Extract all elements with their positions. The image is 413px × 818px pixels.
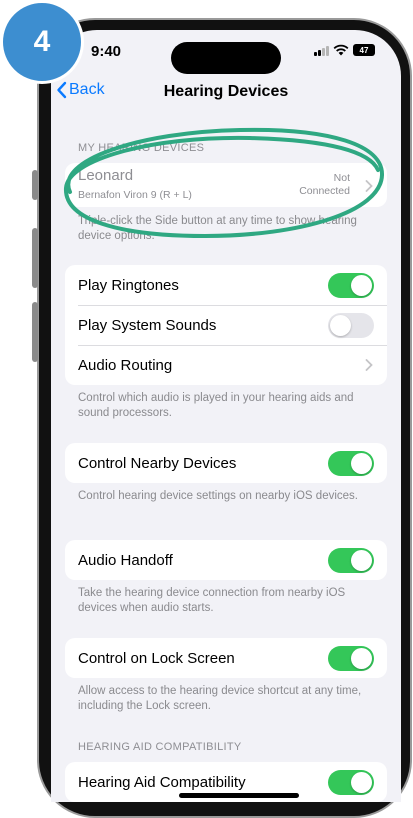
compat-toggle[interactable] — [328, 770, 374, 795]
lock-screen-card: Control on Lock Screen — [65, 638, 387, 678]
my-devices-header: MY HEARING DEVICES — [78, 142, 205, 154]
control-nearby-footer: Control hearing device settings on nearb… — [78, 490, 358, 502]
lock-screen-toggle[interactable] — [328, 646, 374, 671]
control-nearby-toggle[interactable] — [328, 451, 374, 476]
wifi-icon — [333, 44, 349, 56]
device-row[interactable]: Leonard Bernafon Viron 9 (R + L) Not Con… — [65, 163, 387, 207]
my-devices-card: Leonard Bernafon Viron 9 (R + L) Not Con… — [65, 163, 387, 207]
audio-handoff-row: Audio Handoff — [65, 540, 387, 580]
page-title: Hearing Devices — [163, 83, 289, 100]
device-status-line1: Not — [333, 172, 350, 184]
lock-screen-footer: Allow access to the hearing device short… — [78, 685, 362, 712]
volume-up-button — [32, 228, 38, 288]
audio-routing-row[interactable]: Audio Routing — [65, 345, 387, 385]
play-ringtones-row: Play Ringtones — [65, 265, 387, 305]
phone-screen: 9:40 47 Back Hearing Devices MY HEARING … — [51, 30, 401, 802]
compat-header: HEARING AID COMPATIBILITY — [78, 741, 242, 753]
control-nearby-label: Control Nearby Devices — [78, 454, 237, 472]
audio-settings-card: Play Ringtones Play System Sounds Audio … — [65, 265, 387, 385]
audio-handoff-label: Audio Handoff — [78, 551, 173, 569]
audio-handoff-toggle[interactable] — [328, 548, 374, 573]
control-nearby-row: Control Nearby Devices — [65, 443, 387, 483]
status-icons: 47 — [314, 44, 375, 56]
volume-down-button — [32, 302, 38, 362]
play-system-sounds-label: Play System Sounds — [78, 316, 217, 334]
device-model: Bernafon Viron 9 (R + L) — [78, 189, 192, 201]
play-system-sounds-row: Play System Sounds — [65, 305, 387, 345]
control-nearby-card: Control Nearby Devices — [65, 443, 387, 483]
play-ringtones-toggle[interactable] — [328, 273, 374, 298]
device-name: Leonard — [78, 167, 134, 184]
play-system-sounds-toggle[interactable] — [328, 313, 374, 338]
device-status-line2: Connected — [299, 185, 350, 197]
audio-handoff-footer: Take the hearing device connection from … — [78, 587, 346, 614]
action-button — [32, 170, 38, 200]
home-indicator — [179, 793, 299, 798]
status-time: 9:40 — [91, 43, 122, 60]
chevron-right-icon — [365, 180, 373, 192]
compat-label: Hearing Aid Compatibility — [78, 773, 246, 791]
audio-group-footer: Control which audio is played in your he… — [78, 392, 354, 419]
chevron-right-icon — [365, 359, 373, 371]
step-badge: 4 — [0, 0, 84, 84]
dynamic-island — [171, 42, 281, 74]
play-ringtones-label: Play Ringtones — [78, 276, 179, 294]
audio-handoff-card: Audio Handoff — [65, 540, 387, 580]
audio-routing-label: Audio Routing — [78, 356, 173, 374]
lock-screen-row: Control on Lock Screen — [65, 638, 387, 678]
navigation-bar: Back Hearing Devices — [51, 78, 401, 108]
cellular-signal-icon — [314, 45, 329, 56]
my-devices-footer: Triple-click the Side button at any time… — [78, 215, 357, 242]
battery-icon: 47 — [353, 44, 375, 56]
lock-screen-label: Control on Lock Screen — [78, 649, 235, 667]
